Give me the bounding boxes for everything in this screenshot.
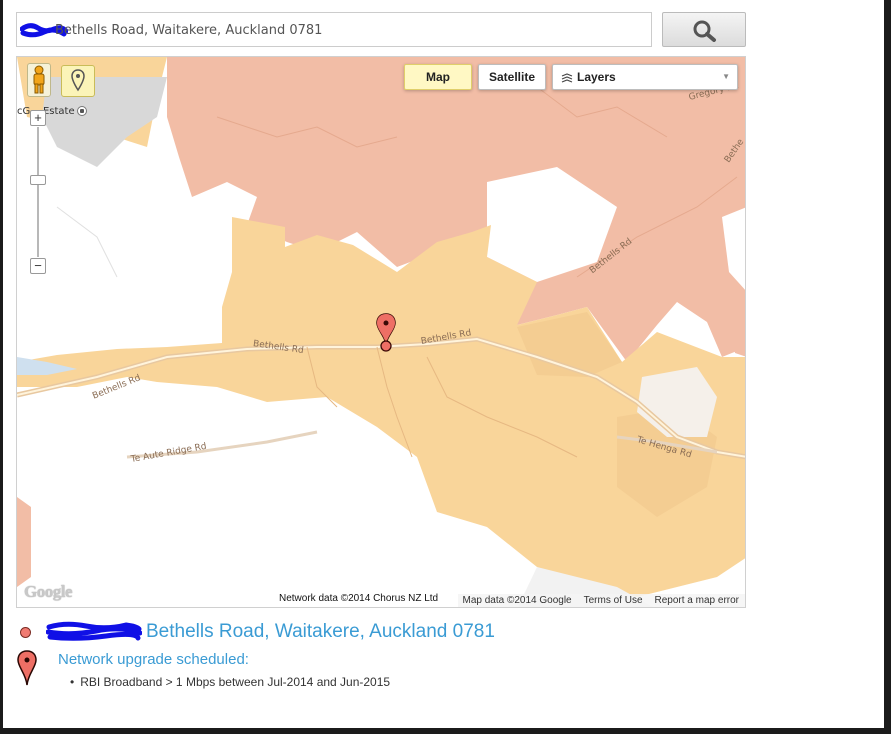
map-view[interactable]: Bethells Rd Bethells Rd Bethells Rd Beth… [16,56,746,608]
result-detail-item: • RBI Broadband > 1 Mbps between Jul-2014… [70,675,390,689]
result-status-heading: Network upgrade scheduled: [58,651,249,668]
result-marker-dot-icon [20,627,31,638]
poi-marker-icon [76,106,87,116]
coverage-zone-other [17,497,31,587]
layers-icon [561,73,573,83]
pin-tool-button[interactable] [61,65,95,97]
address-search-input[interactable]: Bethells Road, Waitakere, Auckland 0781 [16,12,652,47]
street-view-pegman-icon [33,65,45,94]
layers-dropdown[interactable]: Layers ▼ [552,64,738,90]
search-input-value: Bethells Road, Waitakere, Auckland 0781 [55,23,323,38]
result-address-link[interactable]: Bethells Road, Waitakere, Auckland 0781 [146,621,495,643]
zoom-in-button[interactable]: + [30,110,46,126]
redaction-scribble [46,621,142,641]
location-marker-icon[interactable] [375,313,397,353]
terrain-line [56,206,118,278]
network-data-credit: Network data ©2014 Chorus NZ Ltd [279,593,439,604]
map-pin-tool-icon [71,69,85,92]
street-view-pegman-button[interactable] [27,63,51,97]
window-frame-bottom [0,728,891,734]
report-map-error-link[interactable]: Report a map error [655,595,739,606]
layers-label: Layers [577,70,616,84]
map-data-credit: Map data ©2014 Google [462,595,572,606]
result-detail-text: RBI Broadband > 1 Mbps between Jul-2014 … [80,675,391,689]
google-logo: Google [24,582,73,601]
search-button[interactable] [662,12,746,47]
zoom-slider-handle[interactable] [30,175,46,185]
zoom-slider-track[interactable] [37,127,39,257]
chevron-down-icon: ▼ [722,72,730,81]
window-frame-left [0,0,3,734]
map-type-satellite-button[interactable]: Satellite [478,64,546,90]
poi-label: cG... Estate [17,106,87,117]
map-footer: Map data ©2014 Google Terms of Use Report … [458,594,745,607]
zoom-out-button[interactable]: − [30,258,46,274]
bullet-icon: • [70,675,75,689]
map-type-map-button[interactable]: Map [404,64,472,90]
map-marker-icon [17,650,37,686]
magnifier-icon [693,20,716,42]
terms-of-use-link[interactable]: Terms of Use [584,595,643,606]
window-frame-right [884,0,891,734]
